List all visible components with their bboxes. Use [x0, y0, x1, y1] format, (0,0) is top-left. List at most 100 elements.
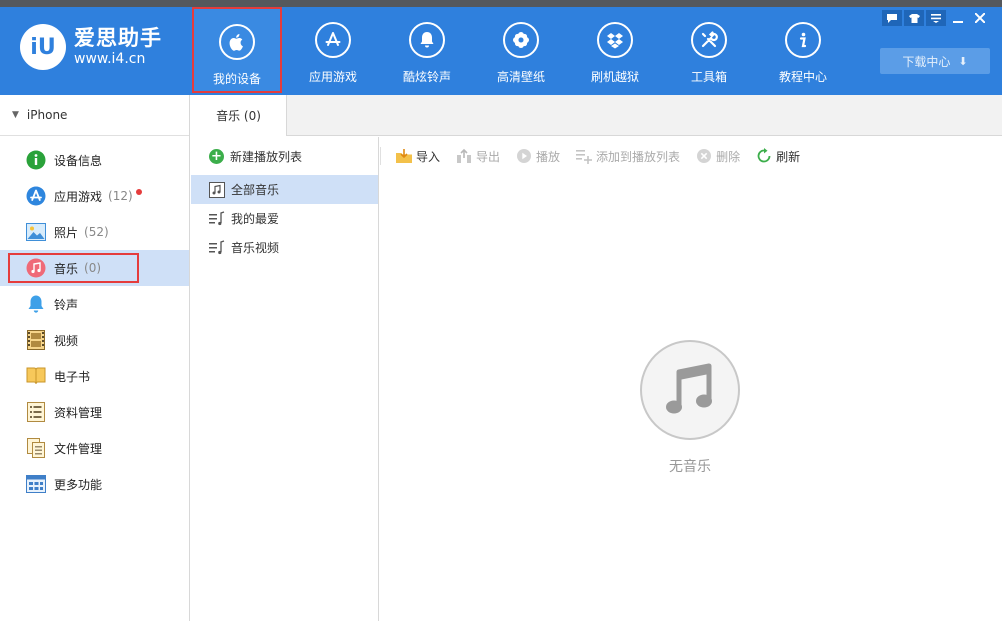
play-label: 播放 [536, 149, 561, 164]
refresh-label: 刷新 [776, 149, 801, 164]
nav-flash-jailbreak[interactable]: 刷机越狱 [568, 7, 662, 93]
tab-music[interactable]: 音乐 (0) [191, 95, 287, 136]
music-toolbar: 导入 导出 播放 添加到播放列表 删除 刷新 [380, 137, 1002, 175]
sidebar-item-file-management[interactable]: 文件管理 [0, 430, 189, 466]
sidebar-item-label: 铃声 [54, 297, 79, 312]
refresh-button[interactable]: 刷新 [756, 148, 800, 165]
add-to-playlist-label: 添加到播放列表 [596, 149, 681, 164]
import-button[interactable]: 导入 [396, 148, 440, 165]
music-file-icon [209, 181, 225, 198]
sidebar-item-count: (52) [84, 225, 109, 239]
sidebar-item-videos[interactable]: 视频 [0, 322, 189, 358]
nav-toolbox[interactable]: 工具箱 [662, 7, 756, 93]
import-folder-icon [396, 148, 412, 164]
film-icon [26, 330, 46, 350]
device-name: iPhone [26, 108, 68, 122]
contacts-list-icon [26, 402, 46, 422]
play-icon [516, 148, 532, 164]
add-icon: + [209, 148, 224, 164]
playlist-item-favorites[interactable]: 我的最爱 [191, 204, 378, 233]
new-playlist-button[interactable]: + 新建播放列表 [191, 137, 378, 175]
app-logo: iU 爱思助手 www.i4.cn [20, 24, 162, 70]
flower-icon [503, 22, 539, 58]
export-button[interactable]: 导出 [456, 148, 500, 165]
device-sidebar: ▼ iPhone 设备信息 应用游戏 (12) 照片 (52) 音乐 (0) 铃… [0, 95, 190, 621]
skin-shirt-icon[interactable] [904, 10, 924, 26]
feedback-icon[interactable] [882, 10, 902, 26]
app-store-icon [315, 22, 351, 58]
close-icon[interactable] [970, 10, 990, 26]
sidebar-item-ebooks[interactable]: 电子书 [0, 358, 189, 394]
nav-label: 我的设备 [212, 72, 261, 86]
sidebar-item-data-management[interactable]: 资料管理 [0, 394, 189, 430]
empty-state-label: 无音乐 [669, 459, 711, 475]
photo-icon [26, 222, 46, 242]
sidebar-item-photos[interactable]: 照片 (52) [0, 214, 189, 250]
nav-label: 应用游戏 [308, 70, 357, 84]
delete-label: 删除 [716, 149, 741, 164]
playlist-label: 全部音乐 [231, 183, 280, 197]
bell-icon [26, 294, 46, 314]
delete-button[interactable]: 删除 [696, 148, 740, 165]
delete-icon [696, 148, 712, 164]
sidebar-item-label: 电子书 [54, 369, 91, 384]
files-icon [26, 438, 46, 458]
top-nav: 我的设备 应用游戏 酷炫铃声 高清壁纸 刷机越狱 工具箱 教程中心 [192, 7, 850, 95]
nav-apps-games[interactable]: 应用游戏 [286, 7, 380, 93]
play-button[interactable]: 播放 [516, 148, 560, 165]
download-center-label: 下载中心 [902, 54, 951, 69]
tab-bar: 音乐 (0) [191, 95, 1002, 136]
app-store-icon [26, 186, 46, 206]
playlist-label: 我的最爱 [231, 212, 280, 226]
highlight-box [8, 253, 139, 283]
nav-ringtones[interactable]: 酷炫铃声 [380, 7, 474, 93]
nav-label: 工具箱 [690, 70, 727, 84]
playlist-icon [209, 239, 225, 256]
tools-icon [691, 22, 727, 58]
menu-icon[interactable] [926, 10, 946, 26]
toolbar-divider [380, 147, 381, 165]
sidebar-item-label: 视频 [54, 333, 79, 348]
nav-label: 高清壁纸 [496, 70, 545, 84]
export-label: 导出 [476, 149, 501, 164]
refresh-icon [756, 148, 772, 164]
sidebar-item-label: 应用游戏 [54, 189, 103, 204]
nav-wallpapers[interactable]: 高清壁纸 [474, 7, 568, 93]
sidebar-item-more[interactable]: 更多功能 [0, 466, 189, 502]
download-arrow-icon: ⬇ [958, 54, 968, 68]
playlist-item-music-videos[interactable]: 音乐视频 [191, 233, 378, 262]
empty-state: 无音乐 [638, 340, 742, 476]
sidebar-item-label: 更多功能 [54, 477, 103, 492]
sidebar-item-ringtones[interactable]: 铃声 [0, 286, 189, 322]
nav-label: 刷机越狱 [590, 70, 639, 84]
header-bar: iU 爱思助手 www.i4.cn 我的设备 应用游戏 酷炫铃声 高清壁纸 刷机… [0, 0, 1002, 95]
logo-url: www.i4.cn [74, 51, 146, 67]
add-to-playlist-button[interactable]: 添加到播放列表 [576, 148, 680, 165]
logo-mark: iU [20, 24, 66, 70]
playlist-label: 音乐视频 [231, 241, 280, 255]
bell-icon [409, 22, 445, 58]
apple-icon [219, 24, 255, 60]
sidebar-item-label: 照片 [54, 225, 79, 240]
nav-my-device[interactable]: 我的设备 [192, 7, 282, 93]
new-playlist-label: 新建播放列表 [230, 149, 303, 164]
dropbox-icon [597, 22, 633, 58]
nav-label: 酷炫铃声 [402, 70, 451, 84]
sidebar-item-device-info[interactable]: 设备信息 [0, 142, 189, 178]
sidebar-item-apps[interactable]: 应用游戏 (12) [0, 178, 189, 214]
nav-tutorials[interactable]: 教程中心 [756, 7, 850, 93]
sidebar-list: 设备信息 应用游戏 (12) 照片 (52) 音乐 (0) 铃声 视频 电子书 … [0, 136, 189, 502]
sidebar-item-count: (12) [108, 189, 133, 203]
nav-label: 教程中心 [778, 70, 827, 84]
device-selector[interactable]: ▼ iPhone [0, 95, 189, 136]
collapse-triangle-icon: ▼ [12, 110, 19, 120]
more-features-icon [26, 474, 46, 494]
playlist-item-all[interactable]: 全部音乐 [191, 175, 378, 204]
app-window: iU 爱思助手 www.i4.cn 我的设备 应用游戏 酷炫铃声 高清壁纸 刷机… [0, 0, 1002, 621]
download-center-button[interactable]: 下载中心 ⬇ [880, 48, 990, 74]
sidebar-item-label: 设备信息 [54, 153, 103, 168]
playlist-icon [209, 210, 225, 227]
sidebar-item-music[interactable]: 音乐 (0) [0, 250, 189, 286]
logo-name: 爱思助手 [74, 26, 162, 50]
minimize-icon[interactable] [948, 10, 968, 26]
